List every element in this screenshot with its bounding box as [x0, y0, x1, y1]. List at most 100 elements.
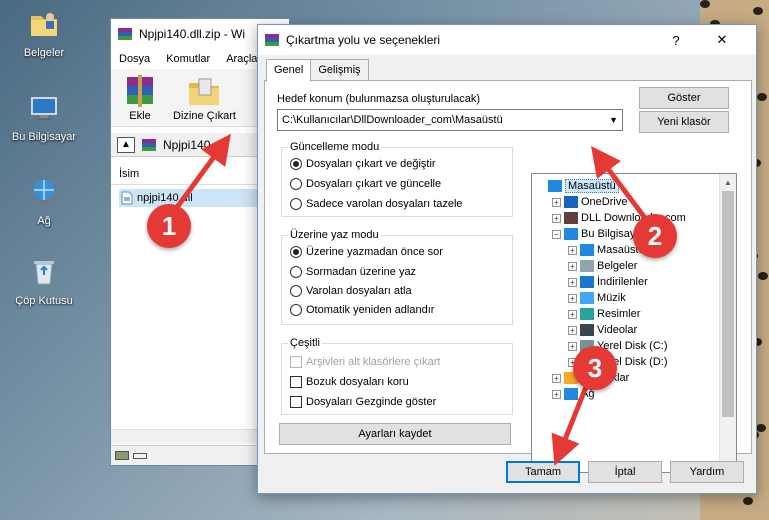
- overwrite-option-ask[interactable]: Üzerine yazmadan önce sor: [290, 246, 443, 258]
- expand-icon[interactable]: +: [568, 245, 577, 255]
- scroll-up-icon[interactable]: ▲: [720, 174, 736, 191]
- menu-item-commands[interactable]: Komutlar: [166, 53, 210, 65]
- tree-node-label: Masaüstü: [565, 179, 619, 193]
- radio-button[interactable]: [290, 198, 302, 210]
- destination-path-combo[interactable]: C:\Kullanıcılar\DllDownloader_com\Masaüs…: [277, 109, 623, 131]
- expand-icon[interactable]: +: [568, 325, 577, 335]
- expand-icon[interactable]: +: [568, 277, 577, 287]
- expand-icon[interactable]: +: [568, 309, 577, 319]
- option-label: Üzerine yazmadan önce sor: [306, 246, 443, 258]
- misc-group: Çeşitli Arşivleri alt klasörlere çıkart …: [281, 337, 513, 415]
- overwrite-option-rename[interactable]: Otomatik yeniden adlandır: [290, 304, 434, 316]
- option-label: Sormadan üzerine yaz: [306, 266, 417, 278]
- file-name: npjpi140.dll: [137, 192, 193, 204]
- tree-node[interactable]: + OneDrive: [552, 194, 627, 210]
- show-button[interactable]: Göster: [639, 87, 729, 109]
- checkbox: [290, 356, 302, 368]
- desktop-icon-computer[interactable]: Bu Bilgisayar: [4, 92, 84, 143]
- expand-icon[interactable]: +: [568, 261, 577, 271]
- add-button[interactable]: Ekle: [121, 75, 159, 126]
- up-folder-button[interactable]: ▲: [117, 136, 135, 153]
- recycle-bin-icon: [34, 261, 54, 285]
- documents-folder-icon: [31, 13, 57, 36]
- dialog-title: Çıkartma yolu ve seçenekleri: [286, 33, 441, 47]
- scroll-thumb[interactable]: [722, 191, 734, 417]
- computer-icon: [564, 228, 578, 240]
- checkbox[interactable]: [290, 376, 302, 388]
- tree-node[interactable]: + Resimler: [568, 306, 640, 322]
- up-arrow-icon: ▲: [121, 139, 131, 150]
- radio-button[interactable]: [290, 158, 302, 170]
- update-mode-option-replace[interactable]: Dosyaları çıkart ve değiştir: [290, 158, 436, 170]
- desktop-icon-label: Belgeler: [23, 47, 65, 59]
- destination-label: Hedef konum (bulunmazsa oluşturulacak): [277, 93, 480, 105]
- save-settings-button[interactable]: Ayarları kaydet: [279, 423, 511, 445]
- tab-advanced[interactable]: Gelişmiş: [310, 59, 369, 81]
- tree-node[interactable]: + Müzik: [568, 290, 626, 306]
- radio-button[interactable]: [290, 266, 302, 278]
- folder-tree[interactable]: Masaüstü + OneDrive + DLL Downloader.com − Bu …: [531, 173, 737, 473]
- option-label: Dosyaları Gezginde göster: [306, 396, 437, 408]
- expand-icon[interactable]: +: [568, 341, 577, 351]
- cancel-button[interactable]: İptal: [588, 461, 662, 483]
- music-icon: [580, 292, 594, 304]
- help-button[interactable]: Yardım: [670, 461, 744, 483]
- tree-node-label: Videolar: [597, 324, 638, 336]
- desktop-icon-documents[interactable]: Belgeler: [4, 8, 84, 59]
- tree-node[interactable]: Masaüstü: [536, 178, 619, 194]
- tree-node[interactable]: − Bu Bilgisayar: [552, 226, 645, 242]
- tree-vertical-scrollbar[interactable]: ▲▼: [719, 174, 736, 472]
- tree-node[interactable]: + Videolar: [568, 322, 637, 338]
- downloads-icon: [580, 276, 594, 288]
- archive-path[interactable]: Npjpi140.dl: [163, 138, 223, 152]
- desktop-icon-network[interactable]: Ağ: [4, 176, 84, 227]
- archive-icon: [142, 138, 156, 151]
- misc-option-show-in-explorer[interactable]: Dosyaları Gezginde göster: [290, 396, 436, 408]
- overwrite-mode-group: Üzerine yaz modu Üzerine yazmadan önce s…: [281, 229, 513, 325]
- expand-icon[interactable]: +: [552, 373, 561, 383]
- tab-general[interactable]: Genel: [266, 59, 312, 82]
- expand-icon[interactable]: +: [552, 389, 561, 399]
- menu-item-tools[interactable]: Araçla: [226, 53, 257, 65]
- new-folder-button[interactable]: Yeni klasör: [639, 111, 729, 133]
- option-label: Bozuk dosyaları koru: [306, 376, 409, 388]
- expand-icon[interactable]: +: [568, 293, 577, 303]
- expand-icon[interactable]: +: [552, 197, 561, 207]
- radio-button[interactable]: [290, 246, 302, 258]
- update-mode-group: Güncelleme modu Dosyaları çıkart ve deği…: [281, 141, 513, 217]
- extract-to-button[interactable]: Dizine Çıkart: [173, 75, 236, 126]
- extract-options-dialog: Çıkartma yolu ve seçenekleri ? ✕ Genel G…: [257, 24, 757, 494]
- dialog-titlebar[interactable]: Çıkartma yolu ve seçenekleri ? ✕: [258, 25, 756, 55]
- annotation-1: 1: [147, 204, 191, 248]
- update-mode-option-update[interactable]: Dosyaları çıkart ve güncelle: [290, 178, 441, 190]
- wallpaper-spot: [757, 93, 767, 101]
- radio-button[interactable]: [290, 178, 302, 190]
- tree-node[interactable]: + Belgeler: [568, 258, 637, 274]
- question-icon: ?: [672, 32, 680, 48]
- tree-node-label: Müzik: [597, 292, 626, 304]
- winrar-app-icon: [118, 28, 132, 40]
- file-row[interactable]: npjpi140.dll: [119, 189, 279, 207]
- tree-node[interactable]: + Masaüstü: [568, 242, 645, 258]
- close-button[interactable]: ✕: [702, 25, 742, 55]
- ok-button[interactable]: Tamam: [506, 461, 580, 483]
- chevron-down-icon[interactable]: ▼: [609, 115, 618, 125]
- collapse-icon[interactable]: −: [552, 229, 561, 239]
- checkbox[interactable]: [290, 396, 302, 408]
- close-icon: ✕: [716, 32, 728, 47]
- misc-option-keep-broken[interactable]: Bozuk dosyaları koru: [290, 376, 409, 388]
- update-mode-option-freshen[interactable]: Sadece varolan dosyaları tazele: [290, 198, 463, 210]
- overwrite-option-without-prompt[interactable]: Sormadan üzerine yaz: [290, 266, 416, 278]
- winrar-app-icon: [265, 34, 279, 46]
- menu-item-file[interactable]: Dosya: [119, 53, 150, 65]
- network-icon: [34, 180, 54, 204]
- expand-icon[interactable]: +: [552, 213, 561, 223]
- option-label: Otomatik yeniden adlandır: [306, 304, 435, 316]
- tree-node[interactable]: + İndirilenler: [568, 274, 648, 290]
- misc-option-subfolders: Arşivleri alt klasörlere çıkart: [290, 356, 440, 368]
- overwrite-option-skip[interactable]: Varolan dosyaları atla: [290, 285, 412, 297]
- radio-button[interactable]: [290, 285, 302, 297]
- help-title-button[interactable]: ?: [656, 25, 696, 55]
- radio-button[interactable]: [290, 304, 302, 316]
- desktop-icon-recycle-bin[interactable]: Çöp Kutusu: [4, 256, 84, 307]
